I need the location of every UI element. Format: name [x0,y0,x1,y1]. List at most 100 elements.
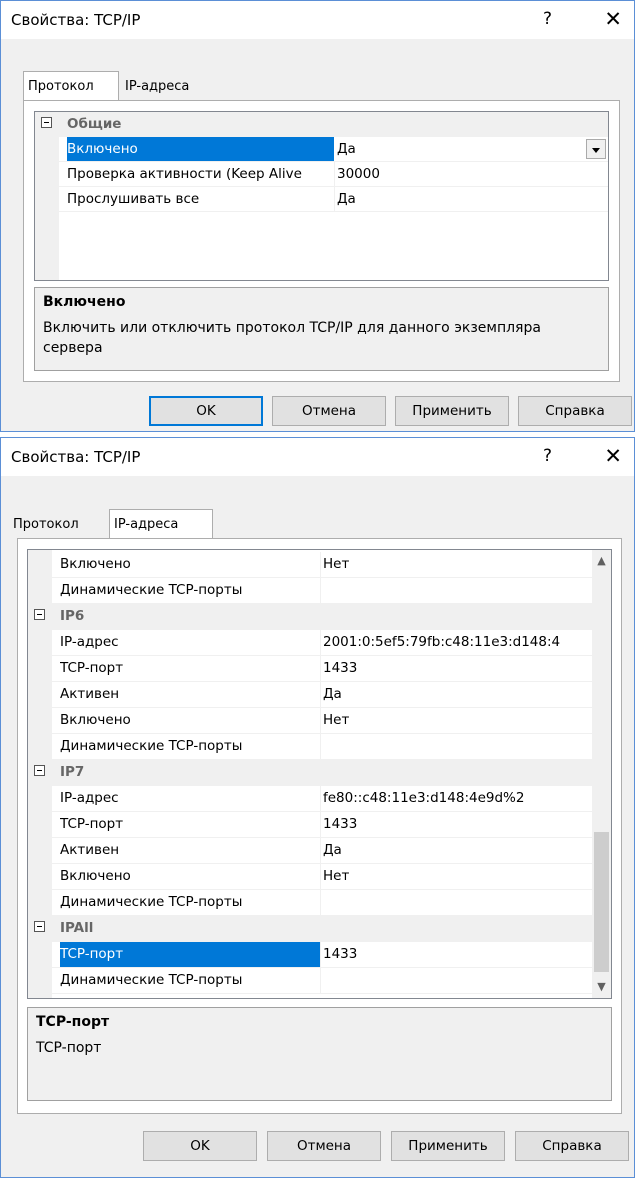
column-divider [320,552,321,577]
property-row[interactable]: Включено Нет [28,708,592,734]
property-name: TCP-порт [60,942,320,967]
collapse-icon[interactable] [34,609,45,620]
property-name: Включено [60,556,131,572]
property-value[interactable]: 30000 [337,166,380,182]
dialog-title: Свойства: TCP/IP [11,11,141,29]
property-row[interactable]: Включено Нет [28,552,592,578]
column-divider [320,734,321,759]
property-row[interactable]: Динамические TCP-порты [28,968,592,994]
property-grid[interactable]: Общие Включено Да Проверка активности (K… [34,111,609,281]
property-row[interactable]: TCP-порт 1433 [28,942,592,968]
property-row[interactable]: IP-адрес 2001:0:5ef5:79fb:c48:11e3:d148:4 [28,630,592,656]
property-row-listen-all[interactable]: Прослушивать все Да [35,187,608,212]
category-label: Общие [67,116,122,132]
help-button[interactable]: Справка [518,396,632,426]
property-row-enabled[interactable]: Включено Да [35,137,608,162]
collapse-icon[interactable] [34,765,45,776]
scroll-up-icon[interactable]: ▲ [592,552,611,570]
description-text: Включить или отключить протокол TCP/IP д… [43,320,541,356]
cancel-button[interactable]: Отмена [272,396,386,426]
tab-ip-addresses[interactable]: IP-адреса [121,73,217,100]
property-value[interactable]: Нет [323,556,593,572]
collapse-icon[interactable] [41,117,52,128]
property-row[interactable]: Динамические TCP-порты [28,734,592,760]
property-name: IP-адрес [60,790,119,806]
property-value[interactable]: 1433 [323,816,593,832]
column-divider [320,942,321,967]
help-icon[interactable]: ? [543,446,552,466]
category-label: IP7 [60,764,85,780]
column-divider [334,162,335,186]
property-row[interactable]: Включено Нет [28,864,592,890]
column-divider [320,864,321,889]
tab-ip-addresses[interactable]: IP-адреса [109,509,213,538]
column-divider [320,890,321,915]
property-name: Включено [60,868,131,884]
property-row[interactable]: Активен Да [28,682,592,708]
category-general[interactable]: Общие [35,112,608,137]
column-divider [320,578,321,603]
property-name: TCP-порт [60,660,124,676]
category-label: IPAll [60,920,94,936]
property-grid[interactable]: Включено Нет Динамические TCP-порты IP6 IP-а… [27,549,612,999]
property-value[interactable]: 1433 [323,660,593,676]
property-row[interactable]: IP-адрес fe80::c48:11e3:d148:4e9d%2 [28,786,592,812]
property-name: Активен [60,842,120,858]
property-row[interactable]: TCP-порт 1433 [28,812,592,838]
property-value[interactable]: 1433 [323,946,593,962]
tab-protocol[interactable]: Протокол [9,511,107,538]
property-value[interactable]: Да [337,191,356,207]
property-value[interactable]: Да [337,141,356,157]
property-row-keep-alive[interactable]: Проверка активности (Keep Alive 30000 [35,162,608,187]
property-value[interactable]: Нет [323,712,593,728]
column-divider [320,656,321,681]
property-rows: Включено Нет Динамические TCP-порты IP6 IP-а… [28,552,592,998]
chevron-down-icon[interactable] [586,139,606,159]
scrollbar-thumb[interactable] [594,832,609,972]
description-title: TCP-порт [36,1014,110,1030]
ok-button[interactable]: OK [143,1131,257,1161]
help-button[interactable]: Справка [515,1131,629,1161]
collapse-icon[interactable] [34,921,45,932]
column-divider [320,812,321,837]
column-divider [320,838,321,863]
property-row[interactable]: TCP-порт 1433 [28,656,592,682]
category-row[interactable]: IPAll [28,916,592,942]
ok-button[interactable]: OK [149,396,263,426]
property-name: Активен [60,686,120,702]
property-name: Включено [60,712,131,728]
column-divider [320,630,321,655]
property-value[interactable]: Да [323,686,593,702]
property-value[interactable]: Нет [323,868,593,884]
properties-dialog-ip-addresses: Свойства: TCP/IP ? ✕ Протокол IP-адреса … [0,437,635,1178]
column-divider [320,968,321,993]
property-row[interactable]: Активен Да [28,838,592,864]
description-panel: TCP-порт TCP-порт [27,1007,612,1101]
title-bar: Свойства: TCP/IP ? ✕ [1,438,634,476]
property-name: TCP-порт [60,816,124,832]
property-name: Динамические TCP-порты [60,972,243,988]
description-title: Включено [43,294,126,310]
category-row[interactable]: IP6 [28,604,592,630]
close-icon[interactable]: ✕ [604,7,622,31]
category-row[interactable]: IP7 [28,760,592,786]
property-name: IP-адрес [60,634,119,650]
cancel-button[interactable]: Отмена [267,1131,381,1161]
property-value[interactable]: 2001:0:5ef5:79fb:c48:11e3:d148:4 [323,634,593,650]
tab-strip: Протокол IP-адреса [9,509,409,539]
property-row[interactable]: Динамические TCP-порты [28,890,592,916]
close-icon[interactable]: ✕ [604,444,622,468]
column-divider [320,708,321,733]
column-divider [334,187,335,211]
description-panel: Включено Включить или отключить протокол… [34,287,609,371]
property-row[interactable]: Динамические TCP-порты [28,578,592,604]
vertical-scrollbar[interactable]: ▲ ▼ [592,550,611,998]
apply-button[interactable]: Применить [395,396,509,426]
help-icon[interactable]: ? [543,9,552,29]
property-value[interactable]: fe80::c48:11e3:d148:4e9d%2 [323,790,593,806]
scroll-down-icon[interactable]: ▼ [592,978,611,996]
property-value[interactable]: Да [323,842,593,858]
apply-button[interactable]: Применить [391,1131,505,1161]
tab-panel: Включено Нет Динамические TCP-порты IP6 IP-а… [17,538,622,1114]
tab-protocol[interactable]: Протокол [23,71,119,100]
